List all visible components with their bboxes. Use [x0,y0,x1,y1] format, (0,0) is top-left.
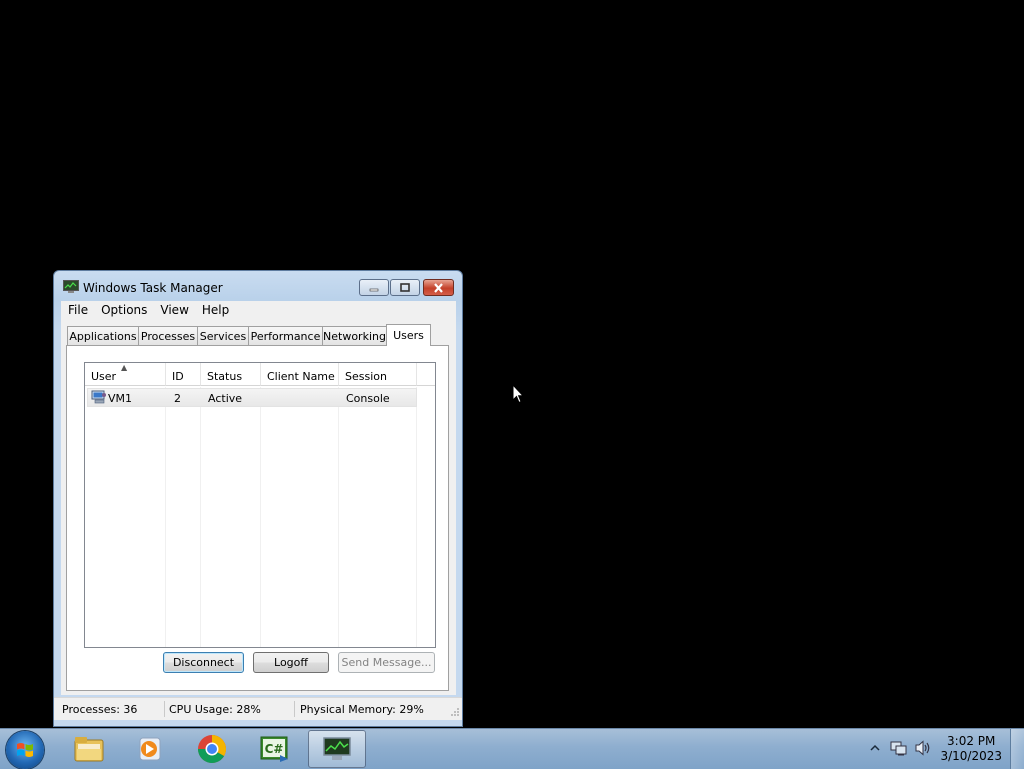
windows-logo-icon [17,743,33,757]
column-divider [200,387,201,647]
media-player-icon [139,737,161,761]
users-panel: User ▲ ID Status Client Name Session VM1… [66,345,449,691]
column-user-label: User [91,370,117,383]
network-icon[interactable] [890,740,908,756]
table-row[interactable]: VM1 2 Active Console [87,388,417,407]
tab-users[interactable]: Users [386,324,431,346]
task-manager-icon [63,280,79,293]
column-id-label: ID [172,370,184,383]
clock-date: 3/10/2023 [940,749,1002,763]
tab-services[interactable]: Services [197,326,249,345]
tab-networking[interactable]: Networking [322,326,387,345]
volume-icon[interactable] [914,740,932,756]
sort-ascending-icon: ▲ [121,363,128,372]
menu-file[interactable]: File [61,303,94,317]
tab-processes[interactable]: Processes [138,326,198,345]
csharp-ide-icon: C# [260,736,288,762]
column-client-name[interactable]: Client Name [261,363,339,386]
taskbar-task-manager-button[interactable] [308,730,366,768]
cell-id: 2 [174,392,181,405]
user-computer-icon [91,390,106,404]
client-area: Applications Processes Services Performa… [61,319,456,695]
send-message-button: Send Message... [338,652,435,673]
mouse-pointer-icon [512,384,524,404]
taskbar: C# 3:02 PM 3/10/2023 [0,728,1024,769]
menu-help[interactable]: Help [195,303,235,317]
tab-performance[interactable]: Performance [248,326,323,345]
status-physical-memory: Physical Memory: 29% [300,703,424,716]
cell-user: VM1 [108,392,133,405]
start-button[interactable] [6,731,44,769]
clock[interactable]: 3:02 PM 3/10/2023 [940,734,1002,764]
minimize-button[interactable] [359,279,389,296]
column-divider [260,387,261,647]
minimize-icon [369,288,379,291]
task-manager-window[interactable]: Windows Task Manager File Options View H… [53,270,463,727]
column-client-name-label: Client Name [267,370,335,383]
svg-text:C#: C# [265,742,284,756]
windows-explorer-icon [74,737,104,762]
column-divider [416,387,417,647]
column-user[interactable]: User ▲ [85,363,166,386]
column-session-label: Session [345,370,387,383]
menu-view[interactable]: View [153,303,194,317]
column-status[interactable]: Status [201,363,261,386]
chrome-icon [198,735,226,763]
status-divider [294,701,295,717]
show-desktop-button[interactable] [1010,729,1024,769]
status-bar: Processes: 36 CPU Usage: 28% Physical Me… [54,697,462,720]
column-divider [338,387,339,647]
title-bar[interactable]: Windows Task Manager [54,271,462,303]
column-session[interactable]: Session [339,363,417,386]
tab-applications[interactable]: Applications [67,326,139,345]
list-header: User ▲ ID Status Client Name Session [85,363,435,387]
menu-bar: File Options View Help [61,301,456,319]
cell-status: Active [208,392,243,405]
disconnect-button[interactable]: Disconnect [163,652,244,673]
window-title: Windows Task Manager [83,281,223,295]
task-manager-icon [323,737,351,760]
status-cpu-usage: CPU Usage: 28% [169,703,261,716]
taskbar-media-player-button[interactable] [120,730,178,768]
cell-session: Console [346,392,390,405]
status-processes: Processes: 36 [62,703,138,716]
resize-grip-icon[interactable] [450,707,460,717]
column-divider [165,387,166,647]
users-list[interactable]: User ▲ ID Status Client Name Session VM1… [84,362,436,648]
maximize-icon [400,283,410,292]
taskbar-chrome-button[interactable] [183,730,241,768]
close-icon [434,282,443,293]
clock-time: 3:02 PM [947,734,996,748]
column-status-label: Status [207,370,243,383]
taskbar-csharp-button[interactable]: C# [245,730,303,768]
taskbar-explorer-button[interactable] [60,730,118,768]
column-id[interactable]: ID [166,363,201,386]
column-filler [417,363,435,386]
menu-options[interactable]: Options [94,303,153,317]
maximize-button[interactable] [390,279,420,296]
logoff-button[interactable]: Logoff [253,652,329,673]
show-hidden-icons-icon[interactable] [870,744,880,752]
status-divider [164,701,165,717]
close-button[interactable] [423,279,454,296]
